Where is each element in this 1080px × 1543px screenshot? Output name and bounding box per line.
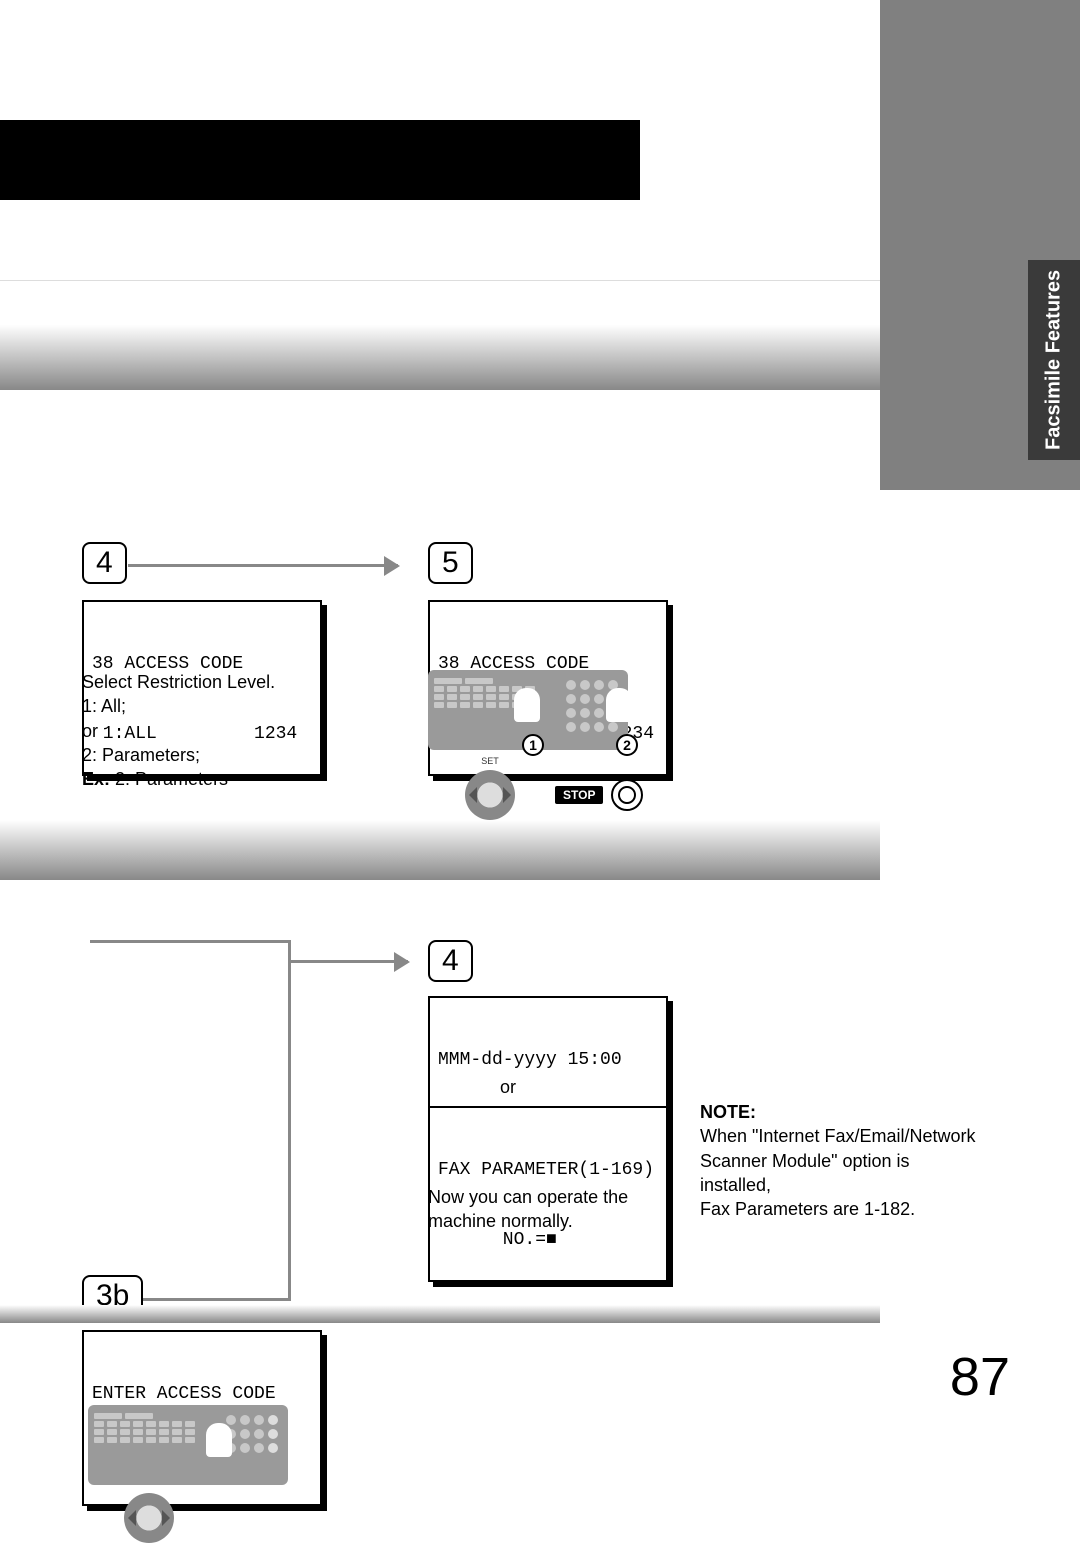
- step4-lower-caption: Now you can operate the machine normally…: [428, 1185, 628, 1234]
- or-label: or: [500, 1075, 516, 1099]
- hand-icon: [606, 688, 628, 722]
- caption-line: 2: Parameters;: [82, 743, 275, 767]
- caption-ex-value: 2: Parameters: [110, 769, 228, 789]
- dial-set-icon: [124, 1493, 174, 1543]
- caption-line: Now you can operate the: [428, 1185, 628, 1209]
- note-block: NOTE: When "Internet Fax/Email/Network S…: [700, 1100, 980, 1221]
- caption-line: Select Restriction Level.: [82, 670, 275, 694]
- dial-set-icon: SET: [465, 770, 515, 820]
- step-number-4-lower: 4: [428, 940, 473, 982]
- arrow-to-step4-lower: [288, 960, 408, 963]
- lcd-text: FAX PARAMETER(1-169): [438, 1159, 658, 1182]
- step4-caption: Select Restriction Level. 1: All; or 2: …: [82, 670, 275, 791]
- arrow-4-to-5: [128, 564, 398, 567]
- connector-line: [288, 940, 291, 1300]
- black-header-bar: [0, 120, 640, 200]
- note-line: Fax Parameters are 1-182.: [700, 1197, 980, 1221]
- gradient-band-lower: [0, 820, 880, 880]
- dial-and-stop: SET STOP: [465, 770, 643, 820]
- step-number-5: 5: [428, 542, 473, 584]
- stop-label: STOP: [555, 786, 603, 804]
- note-line: Scanner Module" option is installed,: [700, 1149, 980, 1198]
- lcd-text: MMM-dd-yyyy 15:00: [438, 1049, 658, 1072]
- caption-ex-label: Ex:: [82, 769, 110, 789]
- caption-line: machine normally.: [428, 1209, 628, 1233]
- step-number-4: 4: [82, 542, 127, 584]
- gradient-band-upper: [0, 280, 880, 390]
- side-tab: Facsimile Features: [1028, 260, 1080, 460]
- control-panel-illustration-3b: [88, 1405, 288, 1543]
- lcd-text: ENTER ACCESS CODE: [92, 1383, 312, 1406]
- callout-1: 1: [522, 734, 544, 756]
- gradient-band-bottom: [0, 1305, 880, 1323]
- note-line: When "Internet Fax/Email/Network: [700, 1124, 980, 1148]
- caption-line: 1: All;: [82, 694, 275, 718]
- connector-line: [90, 940, 290, 943]
- control-panel-illustration: 1 2: [428, 670, 628, 750]
- page-number: 87: [950, 1346, 1010, 1408]
- hand-icon: [514, 688, 540, 722]
- stop-button-icon: [611, 779, 643, 811]
- hand-icon: [206, 1423, 232, 1457]
- note-heading: NOTE:: [700, 1102, 756, 1122]
- caption-line: or: [82, 719, 275, 743]
- callout-2: 2: [616, 734, 638, 756]
